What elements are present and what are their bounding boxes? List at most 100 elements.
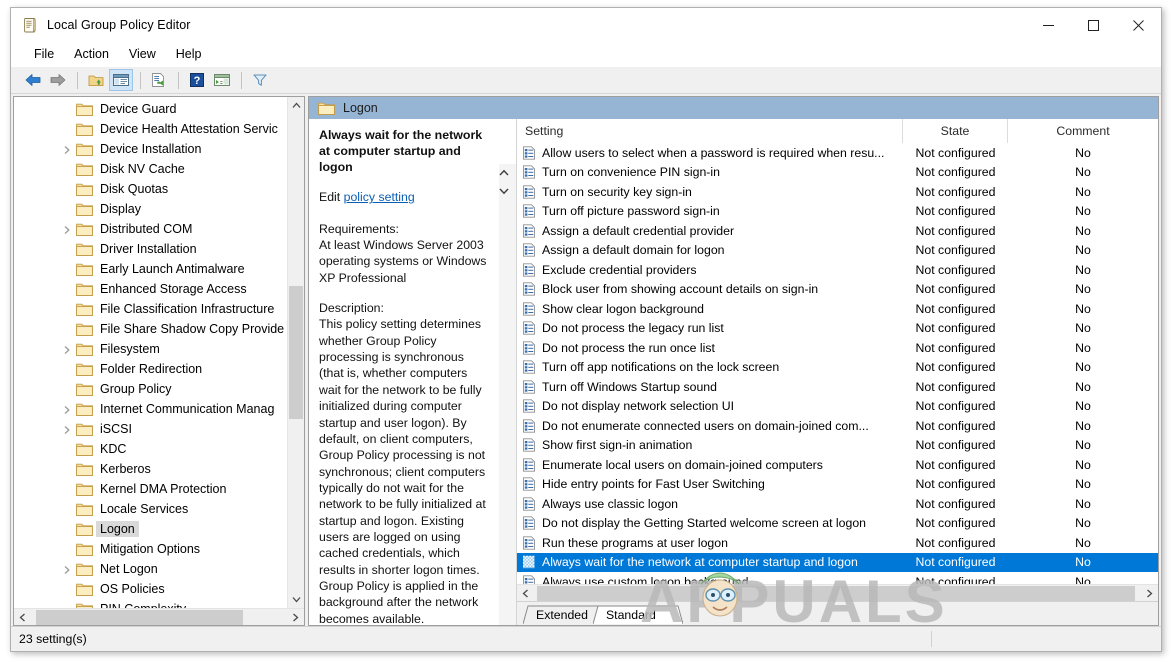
details-vertical-scrollbar[interactable] [499, 164, 516, 625]
chevron-right-icon[interactable] [62, 564, 72, 574]
tree-item-internet-communication-manag[interactable]: Internet Communication Manag [14, 399, 287, 419]
filter-icon[interactable] [248, 69, 272, 91]
tree-item-kerberos[interactable]: Kerberos [14, 459, 287, 479]
tree-item-file-classification-infrastructure[interactable]: File Classification Infrastructure [14, 299, 287, 319]
tree-item-group-policy[interactable]: Group Policy [14, 379, 287, 399]
chevron-right-icon[interactable] [62, 424, 72, 434]
table-row[interactable]: Always wait for the network at computer … [517, 552, 1158, 572]
tree-item-locale-services[interactable]: Locale Services [14, 499, 287, 519]
table-row[interactable]: Turn on convenience PIN sign-in Not confi… [517, 163, 1158, 183]
list-horizontal-scrollbar[interactable] [517, 584, 1158, 601]
tree-item-distributed-com[interactable]: Distributed COM [14, 219, 287, 239]
details-scroll-down-icon[interactable] [499, 182, 516, 200]
tree-item-folder-redirection[interactable]: Folder Redirection [14, 359, 287, 379]
tree-item-device-health-attestation-servic[interactable]: Device Health Attestation Servic [14, 119, 287, 139]
column-header-setting[interactable]: Setting [517, 118, 903, 143]
list-hscroll-right-icon[interactable] [1141, 585, 1158, 602]
tree-hscroll-thumb[interactable] [36, 609, 244, 625]
tree-scroll-thumb[interactable] [289, 285, 303, 420]
tree-hscroll-track[interactable] [31, 609, 287, 626]
close-button[interactable] [1116, 8, 1161, 42]
menu-item-view[interactable]: View [120, 44, 165, 64]
table-row[interactable]: Show clear logon background Not configure… [517, 299, 1158, 319]
column-header-comment[interactable]: Comment [1008, 119, 1158, 143]
tree-list[interactable]: Device Guard Device Health Attestation Se… [14, 97, 287, 608]
tree-item-logon[interactable]: Logon [14, 519, 287, 539]
table-row[interactable]: Assign a default domain for logon Not con… [517, 241, 1158, 261]
tree-item-label: Device Guard [100, 102, 177, 116]
tree-hscroll-right-icon[interactable] [287, 609, 304, 626]
tab-extended[interactable]: Extended [523, 605, 615, 625]
tree-item-driver-installation[interactable]: Driver Installation [14, 239, 287, 259]
setting-label: Turn off app notifications on the lock s… [542, 360, 780, 375]
tree-item-device-guard[interactable]: Device Guard [14, 99, 287, 119]
chevron-right-icon[interactable] [62, 404, 72, 414]
column-header-state[interactable]: State [903, 118, 1008, 143]
table-row[interactable]: Exclude credential providers Not configur… [517, 260, 1158, 280]
list-hscroll-left-icon[interactable] [517, 585, 534, 602]
tree-item-early-launch-antimalware[interactable]: Early Launch Antimalware [14, 259, 287, 279]
back-icon[interactable] [21, 69, 45, 91]
tree-item-disk-quotas[interactable]: Disk Quotas [14, 179, 287, 199]
forward-icon[interactable] [46, 69, 70, 91]
table-row[interactable]: Assign a default credential provider Not … [517, 221, 1158, 241]
menu-item-help[interactable]: Help [167, 44, 211, 64]
table-row[interactable]: Turn on security key sign-in Not configur… [517, 182, 1158, 202]
table-row[interactable]: Allow users to select when a password is… [517, 143, 1158, 163]
list-hscroll-track[interactable] [534, 585, 1141, 602]
tree-scroll-track[interactable] [288, 114, 304, 591]
tree-item-disk-nv-cache[interactable]: Disk NV Cache [14, 159, 287, 179]
tree-item-display[interactable]: Display [14, 199, 287, 219]
show-hide-console-tree-icon[interactable] [109, 69, 133, 91]
table-row[interactable]: Always use classic logon Not configured No [517, 494, 1158, 514]
list-hscroll-thumb[interactable] [537, 585, 1135, 601]
table-row[interactable]: Turn off app notifications on the lock s… [517, 358, 1158, 378]
table-row[interactable]: Show first sign-in animation Not configur… [517, 436, 1158, 456]
tree-item-net-logon[interactable]: Net Logon [14, 559, 287, 579]
show-hide-action-pane-icon[interactable] [210, 69, 234, 91]
tree-item-kdc[interactable]: KDC [14, 439, 287, 459]
tree-item-file-share-shadow-copy-provide[interactable]: File Share Shadow Copy Provide [14, 319, 287, 339]
menu-item-file[interactable]: File [25, 44, 63, 64]
maximize-button[interactable] [1071, 8, 1116, 42]
tree-hscroll-left-icon[interactable] [14, 609, 31, 626]
chevron-right-icon[interactable] [62, 344, 72, 354]
tree-item-pin-complexity[interactable]: PIN Complexity [14, 599, 287, 608]
up-one-level-icon[interactable] [84, 69, 108, 91]
list-rows[interactable]: Allow users to select when a password is… [517, 143, 1158, 584]
chevron-right-icon[interactable] [62, 224, 72, 234]
tree-vertical-scrollbar[interactable] [287, 97, 304, 608]
tree-item-device-installation[interactable]: Device Installation [14, 139, 287, 159]
table-row[interactable]: Do not enumerate connected users on doma… [517, 416, 1158, 436]
details-scroll-up-icon[interactable] [499, 164, 516, 182]
table-row[interactable]: Turn off picture password sign-in Not con… [517, 202, 1158, 222]
tree-item-os-policies[interactable]: OS Policies [14, 579, 287, 599]
chevron-right-icon[interactable] [62, 144, 72, 154]
table-row[interactable]: Enumerate local users on domain-joined c… [517, 455, 1158, 475]
table-row[interactable]: Do not display the Getting Started welco… [517, 514, 1158, 534]
minimize-button[interactable] [1026, 8, 1071, 42]
table-row[interactable]: Run these programs at user logon Not conf… [517, 533, 1158, 553]
tree-item-mitigation-options[interactable]: Mitigation Options [14, 539, 287, 559]
export-list-icon[interactable] [147, 69, 171, 91]
tree-horizontal-scrollbar[interactable] [14, 608, 304, 625]
table-row[interactable]: Block user from showing account details … [517, 280, 1158, 300]
edit-policy-setting-link[interactable]: policy setting [344, 190, 415, 204]
tree-item-filesystem[interactable]: Filesystem [14, 339, 287, 359]
table-row[interactable]: Always use custom logon background Not co… [517, 572, 1158, 584]
tree-scroll-down-icon[interactable] [288, 591, 304, 608]
tree-scroll-up-icon[interactable] [288, 97, 304, 114]
tab-standard[interactable]: Standard [592, 605, 683, 625]
help-icon[interactable]: ? [185, 69, 209, 91]
tree-item-label: Filesystem [100, 342, 160, 356]
table-row[interactable]: Hide entry points for Fast User Switchin… [517, 475, 1158, 495]
table-row[interactable]: Do not process the legacy run list Not co… [517, 319, 1158, 339]
menu-item-action[interactable]: Action [65, 44, 118, 64]
table-row[interactable]: Turn off Windows Startup sound Not config… [517, 377, 1158, 397]
tree-item-kernel-dma-protection[interactable]: Kernel DMA Protection [14, 479, 287, 499]
table-row[interactable]: Do not process the run once list Not conf… [517, 338, 1158, 358]
tree-item-iscsi[interactable]: iSCSI [14, 419, 287, 439]
table-row[interactable]: Do not display network selection UI Not c… [517, 397, 1158, 417]
policy-setting-icon [522, 438, 536, 452]
tree-item-enhanced-storage-access[interactable]: Enhanced Storage Access [14, 279, 287, 299]
